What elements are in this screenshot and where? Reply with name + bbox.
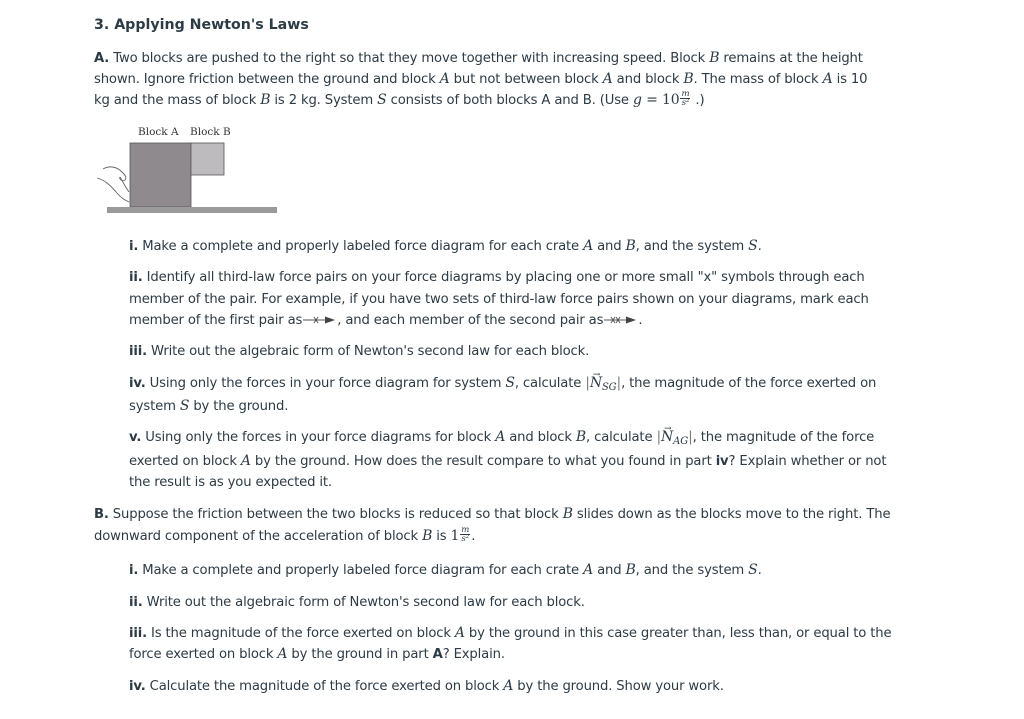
part-b-line-1: B. Suppose the friction between the two … xyxy=(94,506,891,522)
part-a-question-v-line-3: the result is as you expected it. xyxy=(129,475,332,490)
normal-force-sg: → N xyxy=(589,370,602,391)
label-block-a: Block A xyxy=(138,126,179,138)
part-a-question-v-line-2: exerted on block A by the ground. How do… xyxy=(129,453,887,469)
math-var-b: B xyxy=(683,71,694,87)
g-value: = 10 xyxy=(641,92,680,108)
label-block-b: Block B xyxy=(190,126,231,138)
blocks-illustration: Block A Block B xyxy=(96,126,277,213)
double-x-arrow-icon xyxy=(604,316,637,324)
part-b-question-i: i. Make a complete and properly labeled … xyxy=(129,562,762,578)
blocks-figure: Block A Block B xyxy=(95,120,280,220)
part-b-line-2: downward component of the acceleration o… xyxy=(94,524,476,544)
math-var-a: A xyxy=(822,71,833,87)
math-var-a: A xyxy=(602,71,613,87)
single-x-arrow-icon xyxy=(303,316,336,324)
unit-fraction: m s² xyxy=(460,524,471,544)
ground xyxy=(107,207,277,213)
unit-fraction: m s² xyxy=(680,88,691,108)
math-var-b: B xyxy=(709,50,720,66)
math-var-g: g xyxy=(632,92,642,108)
part-a-line-2: shown. Ignore friction between the groun… xyxy=(94,71,868,87)
part-b-question-iii-line-2: force exerted on block A by the ground i… xyxy=(129,646,505,662)
part-b-question-iv: iv. Calculate the magnitude of the force… xyxy=(129,678,724,694)
part-b-question-ii: ii. Write out the algebraic form of Newt… xyxy=(129,595,585,610)
part-a-line-1: A. Two blocks are pushed to the right so… xyxy=(94,50,863,66)
part-b-question-iii-line-1: iii. Is the magnitude of the force exert… xyxy=(129,625,892,641)
part-a-line-3: kg and the mass of block B is 2 kg. Syst… xyxy=(94,88,705,108)
hand-icon xyxy=(96,166,130,203)
math-var-a: A xyxy=(439,71,450,87)
accel-value: 1 xyxy=(450,528,460,544)
part-a-question-iii: iii. Write out the algebraic form of New… xyxy=(129,344,590,359)
block-a xyxy=(129,142,192,208)
part-a-question-ii-line-1: ii. Identify all third-law force pairs o… xyxy=(129,270,865,285)
part-b-label: B. xyxy=(94,507,109,522)
math-var-s: S xyxy=(377,92,387,108)
part-a-question-iv-line-1: iv. Using only the forces in your force … xyxy=(129,370,877,393)
normal-force-ag: → N xyxy=(661,424,674,445)
part-a-label: A. xyxy=(94,51,110,66)
part-a-question-i: i. Make a complete and properly labeled … xyxy=(129,238,762,254)
document-page: 3. Applying Newton's Laws A. Two blocks … xyxy=(0,0,1024,719)
section-title: 3. Applying Newton's Laws xyxy=(94,17,309,33)
part-a-question-ii-line-2: member of the pair. For example, if you … xyxy=(129,292,869,307)
part-a-question-iv-line-2: system S by the ground. xyxy=(129,398,289,414)
math-var-b: B xyxy=(260,92,271,108)
part-a-question-v-line-1: v. Using only the forces in your force d… xyxy=(129,424,875,447)
block-b xyxy=(190,142,225,176)
part-a-question-ii-line-3: member of the first pair as, and each me… xyxy=(129,313,643,328)
